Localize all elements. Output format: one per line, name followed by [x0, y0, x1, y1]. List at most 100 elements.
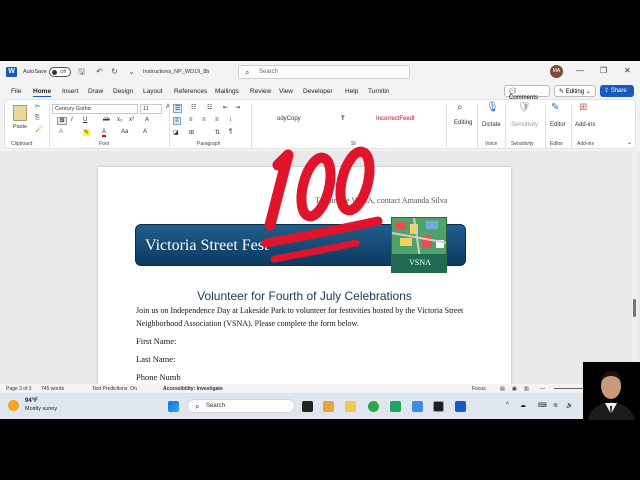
dictate-label[interactable]: Dictate [482, 122, 501, 128]
underline-button[interactable]: U [83, 117, 87, 123]
page-count[interactable]: Page 3 of 3 [6, 386, 32, 392]
format-painter-icon[interactable]: 🖌 [35, 126, 43, 133]
browser-icon[interactable] [368, 401, 379, 412]
weather-description[interactable]: Mostly sunny [25, 406, 57, 412]
tab-design[interactable]: Design [113, 88, 133, 95]
tab-layout[interactable]: Layout [143, 88, 163, 95]
read-mode-icon[interactable]: ▤ [500, 386, 505, 392]
justify-icon[interactable]: ≡ [215, 117, 219, 123]
accessibility-status[interactable]: Accessibility: Investigate [163, 386, 223, 392]
align-left-icon[interactable]: ≡ [173, 117, 181, 125]
cut-icon[interactable]: ✂ [35, 103, 40, 110]
tab-references[interactable]: References [174, 88, 207, 95]
text-effects-icon[interactable]: A [59, 129, 63, 135]
restore-icon[interactable]: ❐ [600, 66, 607, 75]
italic-button[interactable]: I [71, 117, 73, 123]
align-right-icon[interactable]: ≡ [202, 117, 206, 123]
avatar[interactable]: MA [550, 65, 563, 78]
word-taskbar-icon[interactable] [455, 401, 466, 412]
microphone-icon[interactable]: 🎙 [486, 102, 499, 113]
save-icon[interactable]: 🖫 [77, 67, 86, 76]
addins-icon[interactable]: ⊞ [579, 102, 587, 113]
minimize-icon[interactable]: — [576, 66, 584, 75]
web-layout-icon[interactable]: ▥ [524, 386, 529, 392]
shading-icon[interactable]: ◪ [173, 129, 179, 136]
close-icon[interactable]: ✕ [624, 66, 631, 75]
strikethrough-button[interactable]: ab [103, 117, 110, 123]
undo-icon[interactable]: ↶ [95, 67, 104, 76]
font-color-icon[interactable]: A [102, 129, 107, 137]
tab-turnitin[interactable]: Turnitin [368, 88, 389, 95]
sensitivity-icon[interactable]: 🛡 [518, 102, 531, 113]
app-icon[interactable] [412, 401, 423, 412]
sensitivity-label[interactable]: Sensitivity [511, 122, 538, 128]
font-size-select[interactable]: 11 [140, 104, 162, 114]
onedrive-icon[interactable]: ☁ [520, 402, 526, 409]
editor-label[interactable]: Editor [550, 122, 566, 128]
tab-review[interactable]: Review [250, 88, 271, 95]
autosave-toggle[interactable]: Off [49, 67, 71, 77]
style-incorrect-feedback[interactable]: IncorrectFeedt [376, 116, 415, 122]
windows-start-icon[interactable] [168, 401, 179, 412]
redo-icon[interactable]: ↻ [110, 67, 119, 76]
taskbar-search[interactable]: ⌕ Search [187, 399, 295, 413]
recorder-icon[interactable] [433, 401, 444, 412]
vsna-logo-image[interactable]: VSNA [391, 217, 447, 273]
focus-button[interactable]: Focus [472, 386, 486, 392]
tab-home[interactable]: Home [33, 88, 52, 97]
bullets-icon[interactable]: ☰ [173, 104, 183, 113]
vertical-scrollbar[interactable] [632, 151, 638, 385]
bold-button[interactable]: B [57, 117, 68, 125]
text-predictions-status[interactable]: Text Predictions: On [92, 386, 137, 392]
tab-developer[interactable]: Developer [303, 88, 333, 95]
wifi-icon[interactable]: ≋ [553, 402, 558, 409]
show-formatting-icon[interactable]: ¶ [229, 129, 232, 135]
decrease-indent-icon[interactable]: ⇤ [223, 104, 228, 111]
font-name-select[interactable]: Century Gothic [52, 104, 138, 114]
weather-temperature[interactable]: 94°F [25, 398, 38, 404]
increase-indent-icon[interactable]: ⇥ [235, 104, 240, 111]
print-layout-icon[interactable]: ▣ [512, 386, 517, 392]
editor-icon[interactable]: ✎ [551, 102, 559, 113]
paste-icon[interactable] [13, 105, 27, 121]
show-hidden-icons-icon[interactable]: ^ [506, 402, 509, 408]
search-input[interactable]: ⌕ Search [238, 65, 410, 79]
comments-button[interactable]: 💬 Comments [504, 85, 550, 101]
share-button[interactable]: ⇪ Share [600, 85, 634, 97]
weather-sun-icon[interactable] [8, 400, 19, 411]
zoom-out-icon[interactable]: — [540, 386, 545, 392]
highlight-icon[interactable]: ✎ [83, 129, 91, 136]
task-view-icon[interactable] [302, 401, 313, 412]
banner-title[interactable]: Victoria Street Fest [145, 237, 268, 255]
word-count[interactable]: 745 words [41, 386, 64, 392]
customize-toolbar-icon[interactable]: ⌄ [127, 67, 136, 76]
paste-label[interactable]: Paste [13, 124, 27, 130]
superscript-button[interactable]: x² [129, 117, 134, 123]
tab-insert[interactable]: Insert [62, 88, 78, 95]
copy-icon[interactable]: ⎘ [35, 115, 40, 122]
line-spacing-icon[interactable]: ↕ [229, 117, 232, 123]
tab-help[interactable]: Help [345, 88, 358, 95]
find-icon[interactable]: ⌕ [457, 102, 463, 113]
char-shading-icon[interactable]: A [143, 129, 147, 135]
numbering-icon[interactable]: ☷ [191, 104, 196, 111]
volume-icon[interactable]: 🔈 [566, 402, 573, 409]
align-center-icon[interactable]: ≡ [189, 117, 193, 123]
sort-icon[interactable]: ⇅ [215, 129, 220, 136]
language-icon[interactable]: ⌨ [538, 402, 547, 409]
tab-file[interactable]: File [11, 88, 21, 95]
collapse-ribbon-icon[interactable]: ⌄ [627, 139, 632, 146]
file-explorer-icon[interactable] [345, 401, 356, 412]
tab-mailings[interactable]: Mailings [215, 88, 239, 95]
excel-icon[interactable] [390, 401, 401, 412]
clear-formatting-icon[interactable]: A [145, 117, 149, 123]
editing-label[interactable]: Editing [454, 120, 472, 126]
tab-draw[interactable]: Draw [88, 88, 103, 95]
app-icon[interactable] [323, 401, 334, 412]
multilevel-list-icon[interactable]: ☳ [207, 104, 212, 111]
addins-label[interactable]: Add-ins [575, 122, 595, 128]
document-title[interactable]: Instructions_NP_WD19_8b [143, 69, 209, 75]
change-case-icon[interactable]: Aa [121, 129, 128, 135]
scrollbar-thumb[interactable] [633, 299, 636, 317]
subscript-button[interactable]: x₂ [117, 117, 122, 123]
